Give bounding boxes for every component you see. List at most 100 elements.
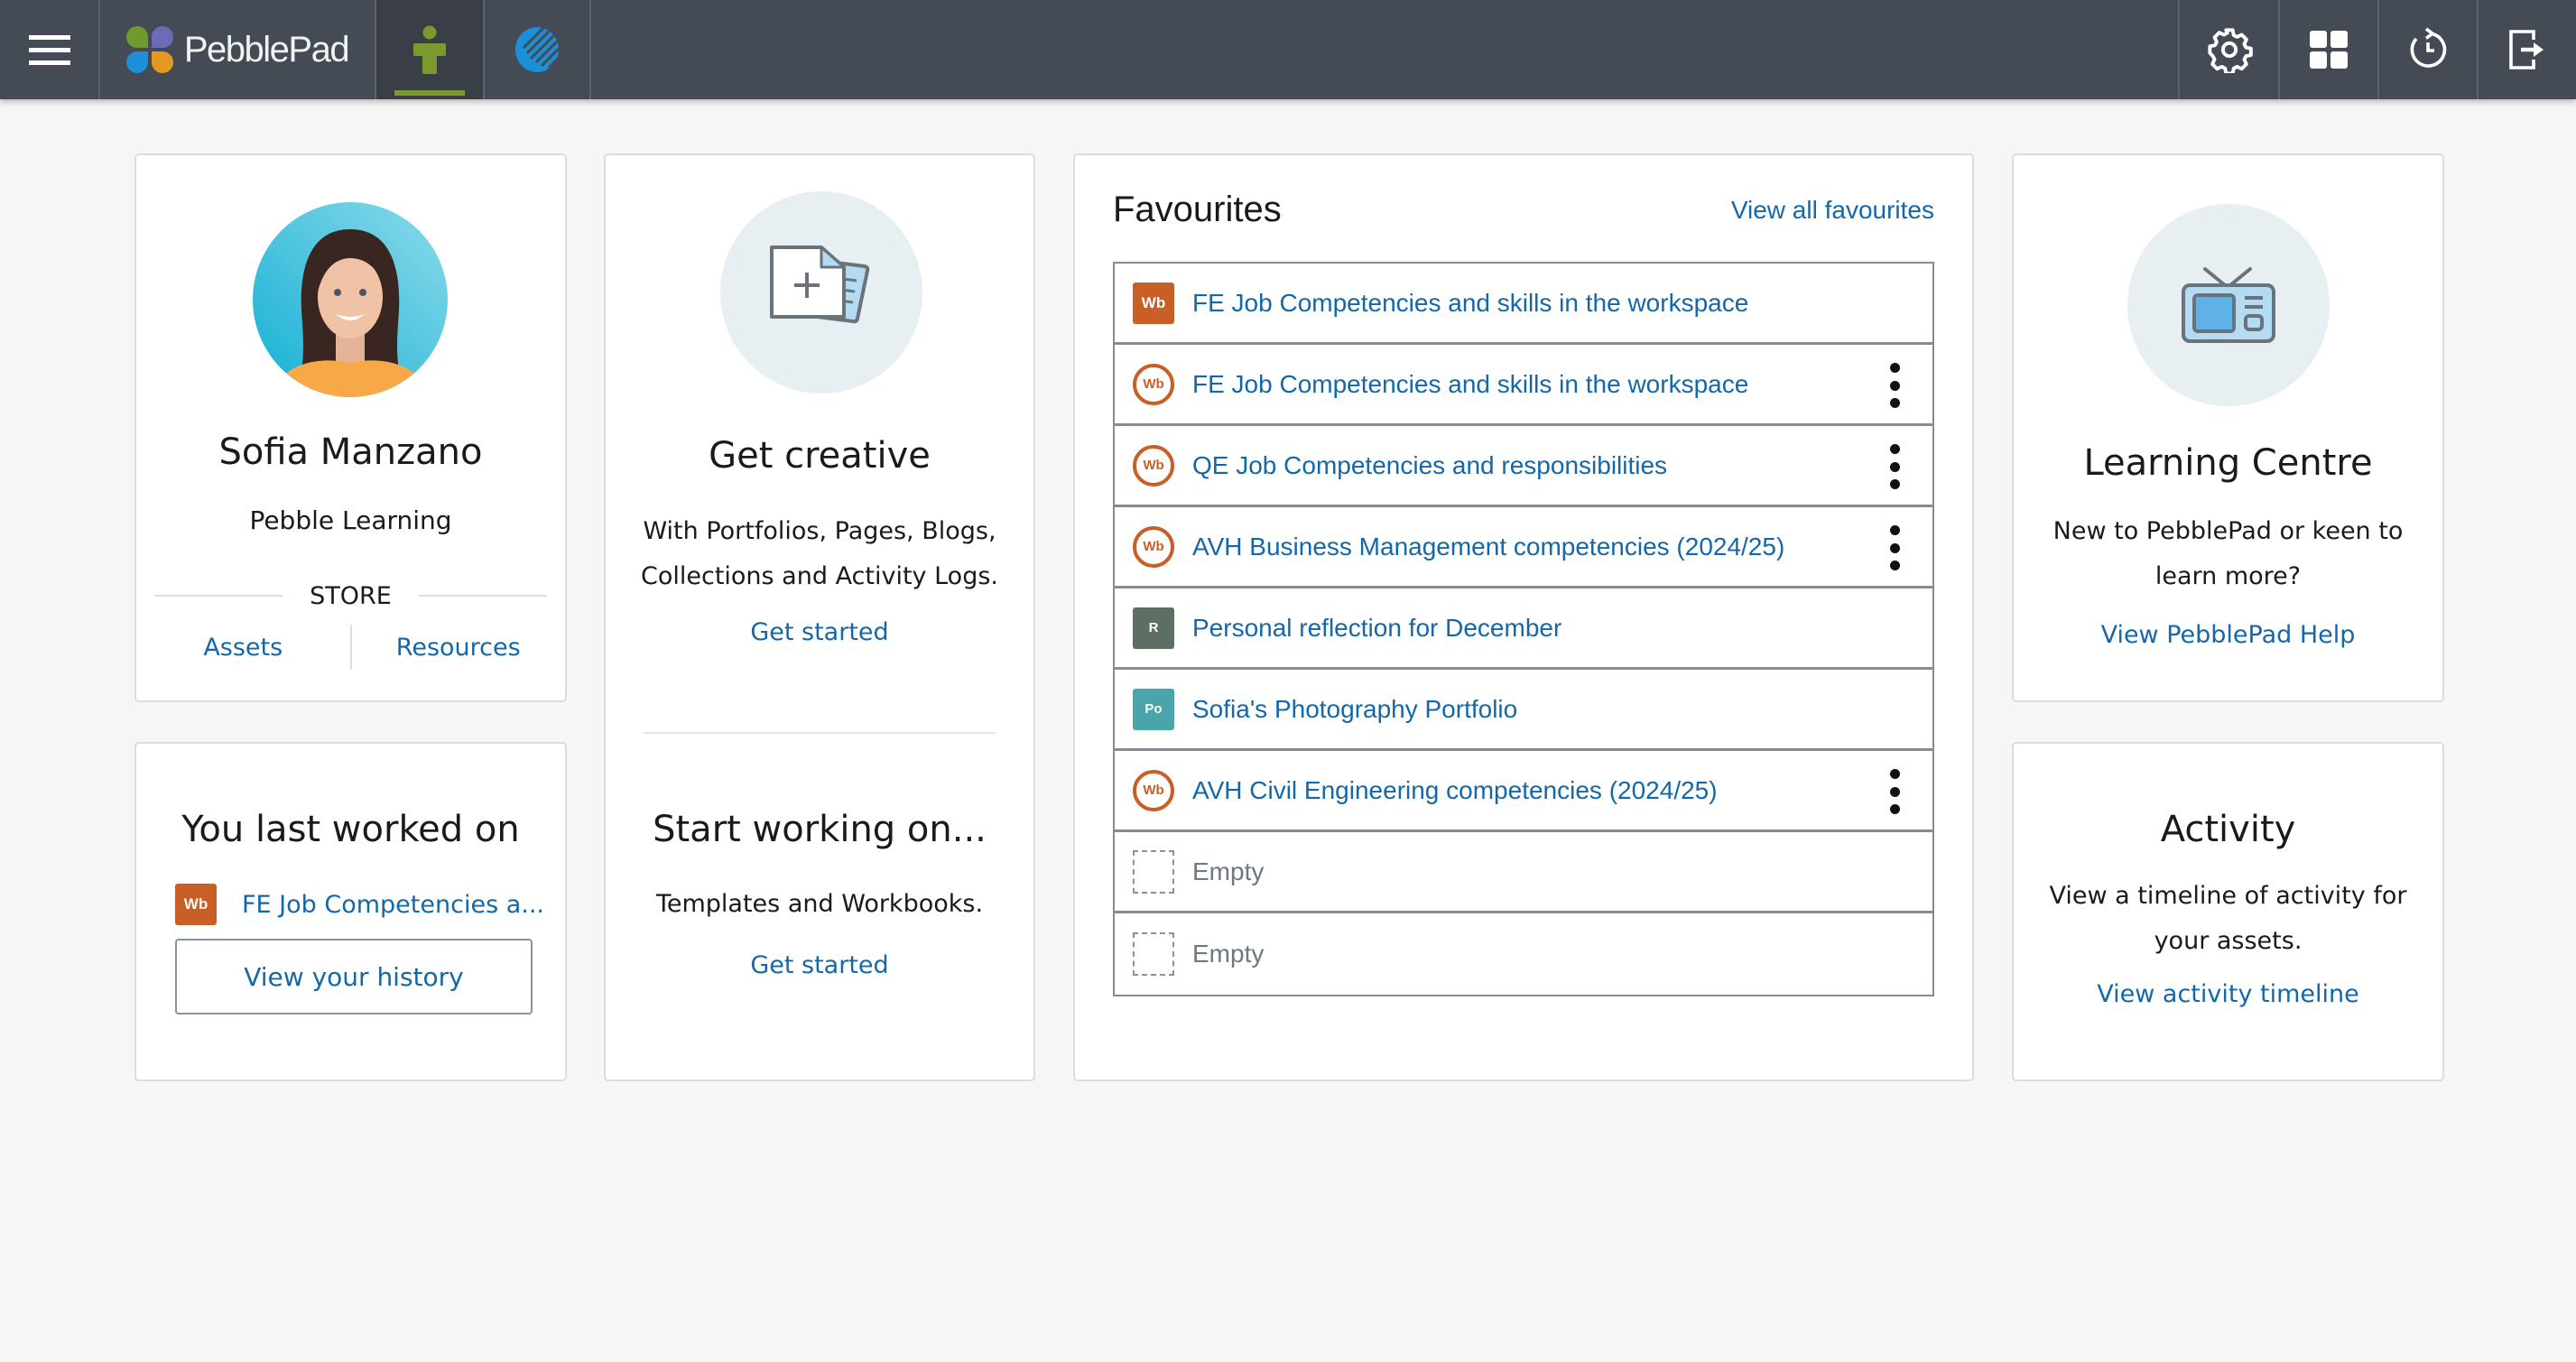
user-organisation: Pebble Learning [249, 505, 452, 535]
hamburger-menu-icon [28, 35, 70, 65]
create-card: Get creative With Portfolios, Pages, Blo… [604, 153, 1035, 1081]
profile-card: Sofia Manzano Pebble Learning STORE Asse… [134, 153, 567, 702]
view-history-button[interactable]: View your history [175, 939, 533, 1015]
favourite-label: Empty [1192, 940, 1265, 968]
favourite-label[interactable]: Sofia's Photography Portfolio [1192, 695, 1517, 724]
favourites-list: Wb FE Job Competencies and skills in the … [1113, 262, 1934, 996]
history-button[interactable] [2377, 0, 2477, 99]
workbook-icon: Wb [1133, 363, 1174, 405]
favourite-label[interactable]: Personal reflection for December [1192, 614, 1561, 643]
favourite-item[interactable]: Wb FE Job Competencies and skills in the … [1115, 264, 1932, 345]
description-line: New to PebblePad or keen to [2052, 517, 2404, 545]
nav-home-tab[interactable] [376, 0, 485, 99]
settings-button[interactable] [2178, 0, 2278, 99]
favourite-item[interactable]: Po Sofia's Photography Portfolio [1115, 670, 1932, 751]
user-name: Sofia Manzano [218, 431, 483, 473]
store-section-header: STORE [154, 578, 548, 614]
favourite-label[interactable]: AVH Civil Engineering competencies (2024… [1192, 776, 1718, 805]
new-document-icon [770, 246, 870, 324]
last-worked-item[interactable]: Wb FE Job Competencies a... [175, 884, 544, 925]
start-working-title: Start working on... [653, 809, 987, 850]
grid-icon [2310, 31, 2348, 69]
kebab-dot [1889, 561, 1900, 570]
learning-centre-description: New to PebblePad or keen to learn more? [2014, 509, 2442, 599]
favourite-empty-slot: Empty [1115, 832, 1932, 913]
favourite-item[interactable]: Wb FE Job Competencies and skills in the … [1115, 345, 1932, 426]
user-photo-icon [253, 202, 448, 397]
favourite-item[interactable]: Wb QE Job Competencies and responsibiliti… [1115, 426, 1932, 507]
kebab-dot [1889, 363, 1900, 373]
activity-description: View a timeline of activity for your ass… [2014, 874, 2442, 964]
description-line: With Portfolios, Pages, Blogs, [643, 517, 996, 545]
start-working-get-started-link[interactable]: Get started [606, 951, 1033, 979]
brand-name: PebblePad [183, 29, 350, 69]
last-worked-link[interactable]: FE Job Competencies a... [242, 891, 544, 919]
kebab-dot [1889, 444, 1900, 454]
favourites-card: Favourites View all favourites Wb FE Job … [1073, 153, 1974, 1081]
learning-illustration [2127, 204, 2330, 406]
store-label: STORE [310, 581, 392, 610]
nav-atlas-tab[interactable] [485, 0, 591, 99]
more-options-icon[interactable] [1886, 363, 1904, 408]
divider [644, 732, 996, 734]
favourite-label[interactable]: QE Job Competencies and responsibilities [1192, 451, 1667, 480]
history-clock-icon [2410, 27, 2447, 68]
favourites-header: Favourites View all favourites [1113, 190, 1934, 230]
menu-button[interactable] [0, 0, 100, 99]
view-activity-timeline-link[interactable]: View activity timeline [2014, 980, 2442, 1008]
kebab-dot [1889, 786, 1900, 797]
favourite-item[interactable]: R Personal reflection for December [1115, 588, 1932, 670]
logout-button[interactable] [2477, 0, 2576, 99]
workbook-icon: Wb [175, 884, 217, 925]
favourite-empty-slot: Empty [1115, 913, 1932, 995]
pebble-person-icon [413, 25, 446, 74]
empty-slot-icon [1133, 932, 1174, 976]
last-worked-title: You last worked on [181, 809, 520, 850]
more-options-icon[interactable] [1886, 769, 1904, 814]
get-creative-title: Get creative [709, 435, 931, 477]
view-all-favourites-link[interactable]: View all favourites [1731, 196, 1934, 225]
workbook-icon: Wb [1133, 282, 1174, 324]
create-illustration [720, 191, 922, 394]
favourite-label[interactable]: FE Job Competencies and skills in the wo… [1192, 370, 1748, 399]
reflection-icon: R [1133, 607, 1174, 649]
gear-icon [2207, 28, 2253, 73]
description-line: learn more? [2154, 562, 2302, 590]
activity-card: Activity View a timeline of activity for… [2012, 742, 2444, 1081]
description-line: Collections and Activity Logs. [640, 562, 998, 590]
favourite-item[interactable]: Wb AVH Civil Engineering competencies (20… [1115, 751, 1932, 832]
favourite-label[interactable]: FE Job Competencies and skills in the wo… [1192, 289, 1748, 318]
favourite-item[interactable]: Wb AVH Business Management competencies (… [1115, 507, 1932, 588]
apps-button[interactable] [2278, 0, 2377, 99]
logout-icon [2509, 30, 2544, 69]
get-creative-description: With Portfolios, Pages, Blogs, Collectio… [606, 509, 1033, 599]
avatar[interactable] [253, 202, 448, 397]
top-navbar: PebblePad [0, 0, 2576, 99]
resources-link[interactable]: Resources [352, 625, 566, 670]
more-options-icon[interactable] [1886, 444, 1904, 489]
active-tab-indicator [394, 90, 465, 96]
favourites-title: Favourites [1113, 190, 1282, 229]
activity-title: Activity [2160, 809, 2296, 850]
favourite-label[interactable]: AVH Business Management competencies (20… [1192, 533, 1784, 561]
divider [154, 595, 283, 597]
assets-link[interactable]: Assets [136, 625, 350, 670]
get-creative-get-started-link[interactable]: Get started [606, 618, 1033, 646]
more-options-icon[interactable] [1886, 525, 1904, 570]
workbook-icon: Wb [1133, 525, 1174, 568]
pebblepad-logo-icon [125, 26, 173, 73]
kebab-dot [1889, 398, 1900, 408]
description-line: View a timeline of activity for [2049, 882, 2407, 910]
divider [418, 595, 548, 597]
pebblepad-logo-link[interactable]: PebblePad [100, 0, 376, 99]
kebab-dot [1889, 380, 1900, 391]
view-pebblepad-help-link[interactable]: View PebblePad Help [2014, 621, 2442, 649]
empty-slot-icon [1133, 849, 1174, 894]
store-links: Assets Resources [136, 625, 565, 670]
television-icon [2182, 267, 2275, 343]
portfolio-icon: Po [1133, 688, 1174, 730]
workbook-icon: Wb [1133, 444, 1174, 486]
favourite-label: Empty [1192, 857, 1265, 885]
kebab-dot [1889, 461, 1900, 472]
start-working-description: Templates and Workbooks. [655, 890, 984, 918]
